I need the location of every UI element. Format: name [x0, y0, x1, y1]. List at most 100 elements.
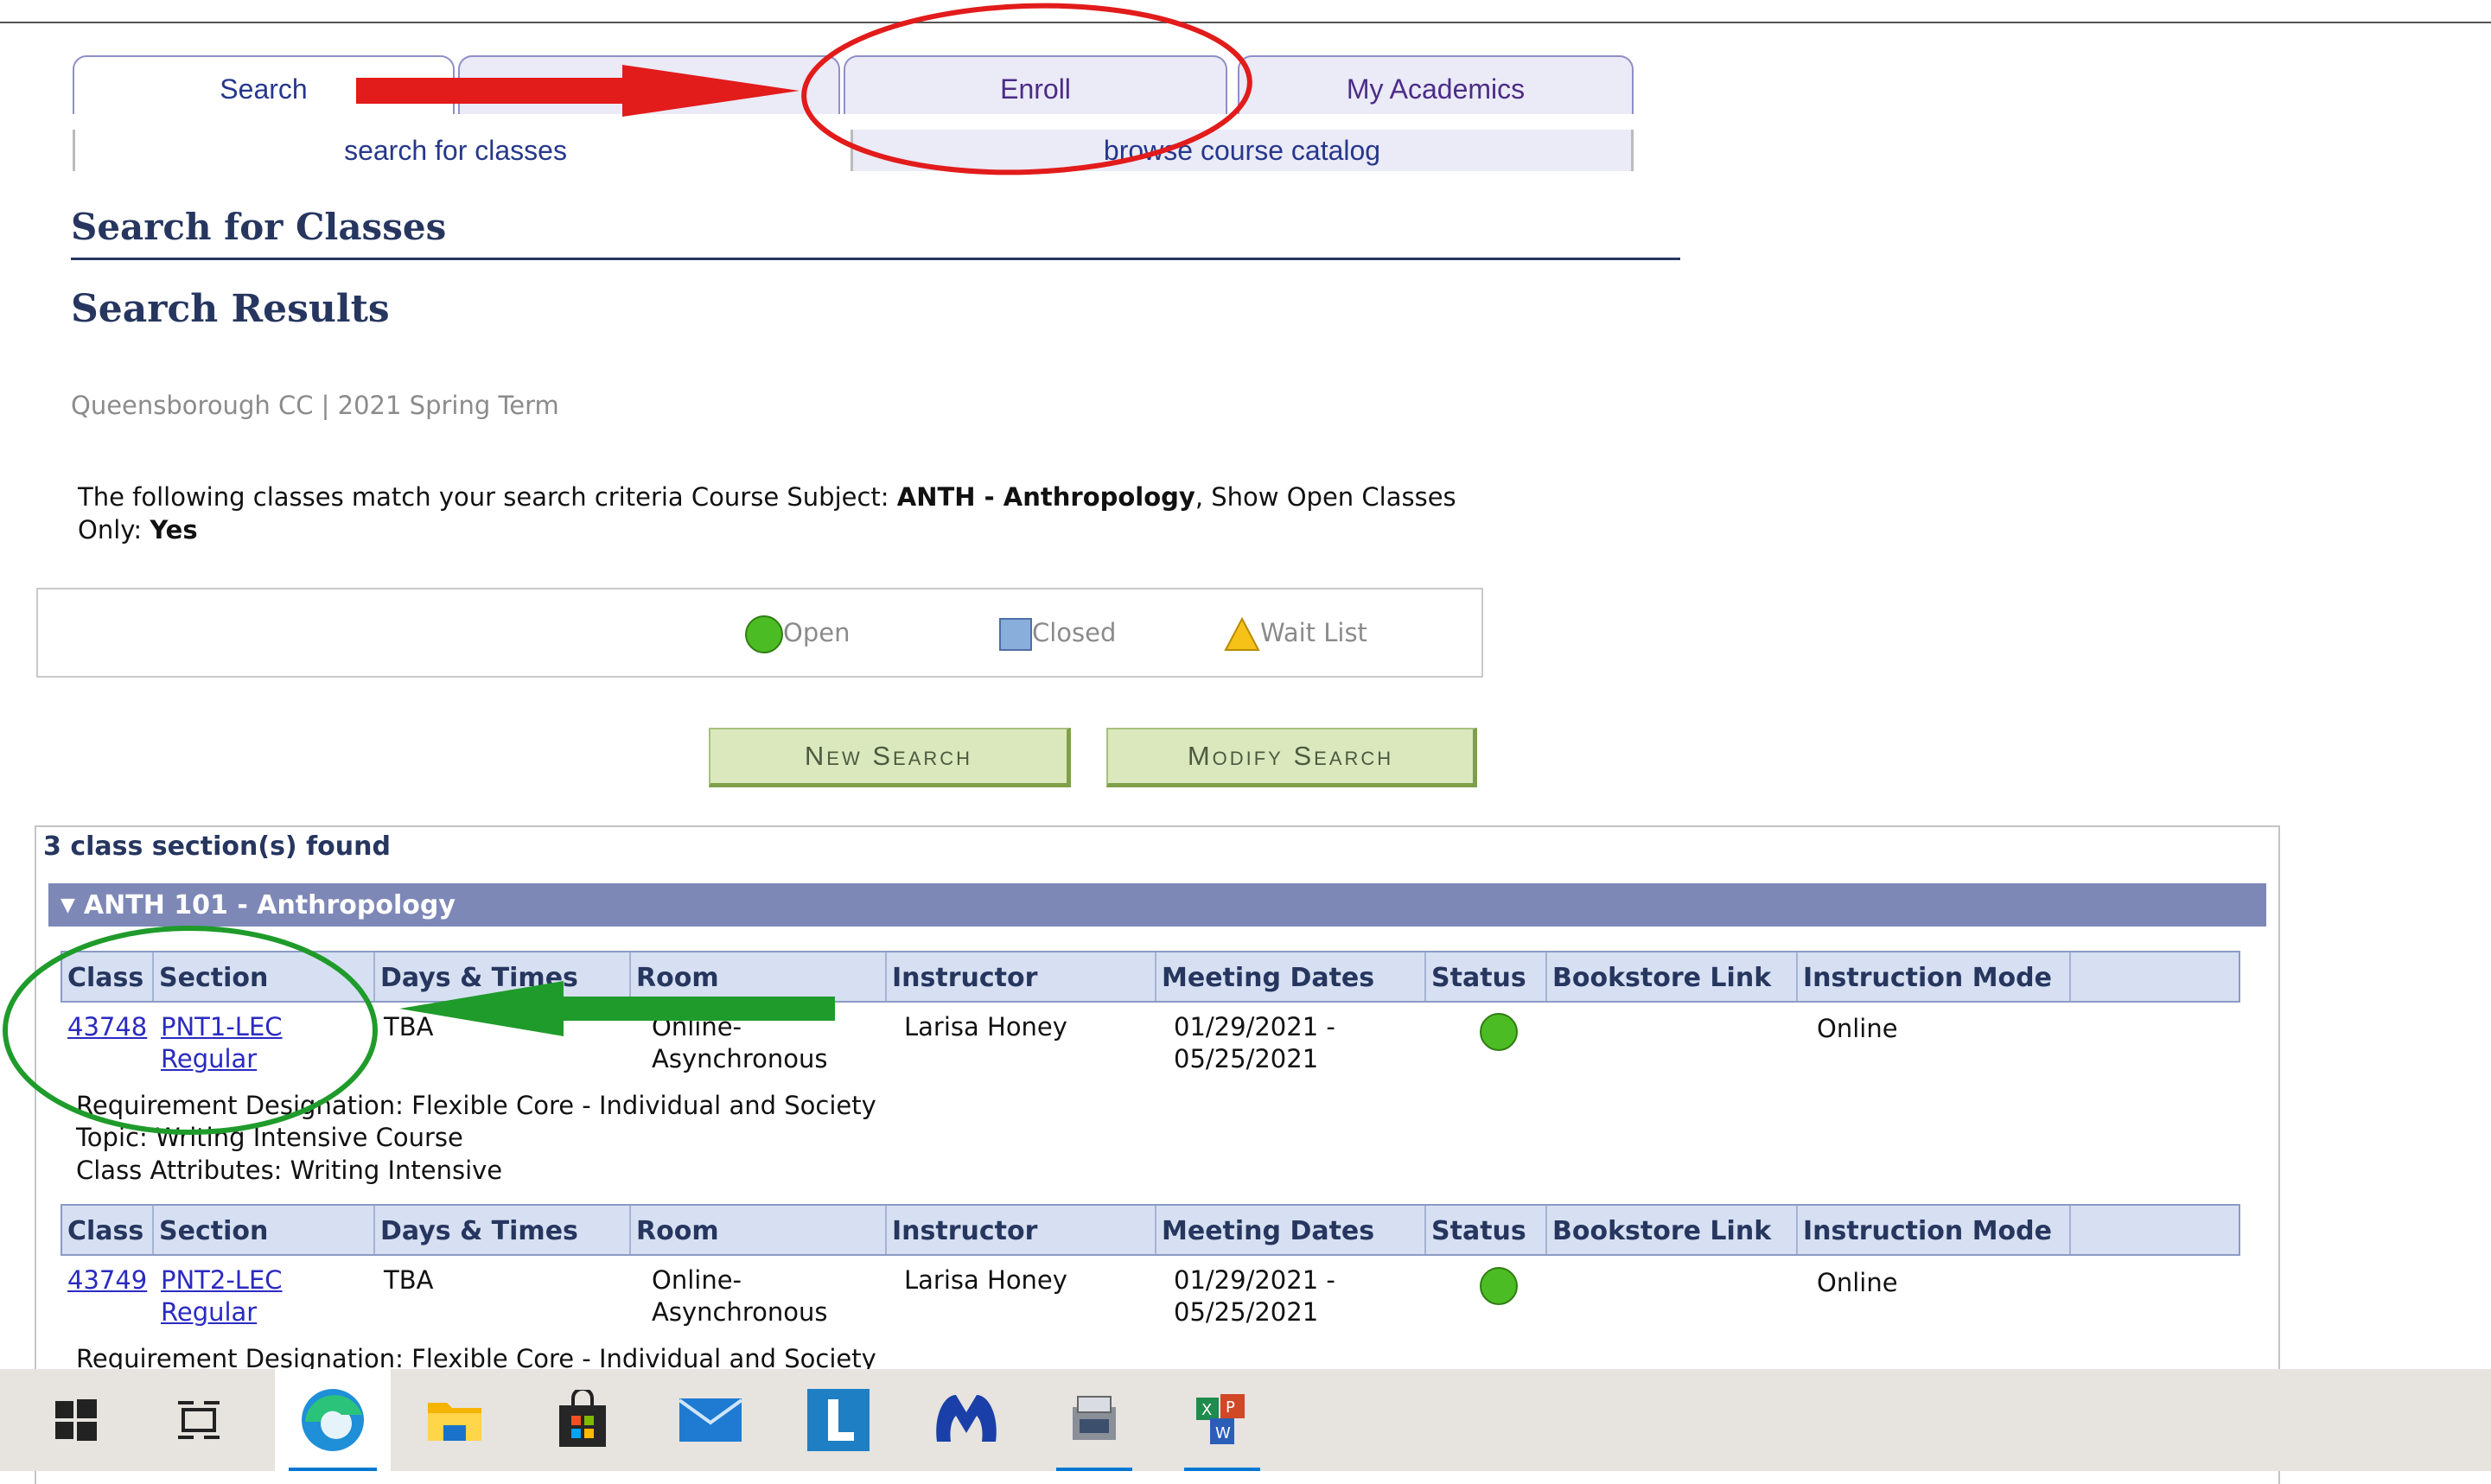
- task-view-button[interactable]: [147, 1369, 251, 1471]
- task-view-icon: [178, 1401, 220, 1439]
- col-room: Room: [629, 952, 885, 1001]
- instructor-value: Larisa Honey: [904, 1265, 1067, 1295]
- scanner-app-button[interactable]: [1042, 1369, 1146, 1471]
- tab-enroll-label: Enroll: [1000, 73, 1071, 105]
- edge-taskbar-button[interactable]: [275, 1369, 391, 1471]
- criteria-subject: ANTH - Anthropology: [896, 482, 1195, 512]
- room-line1: Online-: [652, 1265, 742, 1295]
- room-line2: Asynchronous: [652, 1044, 828, 1073]
- tab-blank: [458, 55, 840, 114]
- section-title: Search Results: [71, 287, 390, 331]
- scanner-icon: [1073, 1396, 1116, 1440]
- section-code[interactable]: PNT1-LEC: [161, 1012, 283, 1041]
- col-days-times: Days & Times: [373, 952, 629, 1001]
- office-app-button[interactable]: X P W: [1170, 1369, 1274, 1471]
- col-meeting-dates: Meeting Dates: [1155, 1206, 1424, 1254]
- store-button[interactable]: [531, 1369, 634, 1471]
- results-count: 3 class section(s) found: [43, 831, 391, 862]
- room-value: Online- Asynchronous: [652, 1264, 827, 1328]
- col-section: Section: [152, 1206, 373, 1254]
- running-indicator: [1056, 1468, 1132, 1471]
- mail-button[interactable]: [659, 1369, 762, 1471]
- search-criteria-text: The following classes match your search …: [78, 481, 1461, 546]
- col-bookstore-link: Bookstore Link: [1545, 1206, 1796, 1254]
- instruction-mode-value: Online: [1817, 1268, 1898, 1297]
- col-instruction-mode: Instruction Mode: [1796, 952, 2069, 1001]
- col-meeting-dates: Meeting Dates: [1155, 952, 1424, 1001]
- top-border-line: [0, 22, 2491, 23]
- active-indicator: [289, 1468, 377, 1471]
- col-days-times: Days & Times: [373, 1206, 629, 1254]
- room-line2: Asynchronous: [652, 1297, 828, 1327]
- svg-text:X: X: [1201, 1401, 1212, 1419]
- col-instructor: Instructor: [885, 952, 1155, 1001]
- col-section: Section: [152, 952, 373, 1001]
- days-times-value: TBA: [384, 1265, 434, 1295]
- subtab-search-for-classes[interactable]: search for classes: [73, 130, 836, 171]
- topic-text: Topic: Writing Intensive Course: [76, 1123, 463, 1152]
- class-number[interactable]: 43749: [67, 1265, 147, 1295]
- folder-icon: [428, 1403, 481, 1441]
- subtab-browse-catalog[interactable]: browse course catalog: [851, 130, 1634, 171]
- office-apps-icon: X P W: [1196, 1394, 1245, 1444]
- section-code[interactable]: PNT2-LEC: [161, 1265, 283, 1295]
- legend-open-label: Open: [783, 618, 851, 647]
- meeting-dates-value: 01/29/2021 -05/25/2021: [1174, 1264, 1335, 1328]
- class-number-link[interactable]: 43748: [67, 1011, 147, 1043]
- open-status-icon: [1480, 1267, 1518, 1305]
- malwarebytes-button[interactable]: [914, 1369, 1018, 1471]
- open-status-icon: [1480, 1013, 1518, 1051]
- col-instruction-mode: Instruction Mode: [1796, 1206, 2069, 1254]
- class-number[interactable]: 43748: [67, 1012, 147, 1041]
- session-link[interactable]: Regular: [161, 1297, 257, 1327]
- room-value: Online- Asynchronous: [652, 1011, 827, 1075]
- l-app-button[interactable]: [787, 1369, 890, 1471]
- col-empty: [2069, 952, 2239, 1001]
- session-link[interactable]: Regular: [161, 1044, 257, 1073]
- windows-start-icon: [55, 1399, 97, 1441]
- tab-enroll[interactable]: Enroll: [844, 55, 1227, 114]
- col-class: Class: [67, 963, 144, 993]
- class-number-link[interactable]: 43749: [67, 1264, 147, 1296]
- course-group-header[interactable]: ▼ ANTH 101 - Anthropology: [48, 883, 2266, 927]
- table-header: Class Section Days & Times Room Instruct…: [61, 951, 2240, 1003]
- criteria-prefix: The following classes match your search …: [78, 482, 897, 512]
- subtab-browse-label: browse course catalog: [1103, 135, 1381, 166]
- term-label: Queensborough CC | 2021 Spring Term: [71, 391, 559, 420]
- dates-line2: 05/25/2021: [1174, 1044, 1319, 1073]
- col-room: Room: [629, 1206, 885, 1254]
- modify-search-button[interactable]: Modify Search: [1106, 728, 1477, 787]
- malwarebytes-icon: [936, 1395, 997, 1442]
- section-link[interactable]: PNT2-LEC Regular: [161, 1264, 283, 1328]
- page-title: Search for Classes: [71, 206, 447, 248]
- start-button[interactable]: [24, 1369, 128, 1471]
- dates-line2: 05/25/2021: [1174, 1297, 1319, 1327]
- legend-waitlist: Wait List: [1224, 614, 1367, 652]
- title-underline: [71, 258, 1680, 260]
- col-class: Class: [67, 1216, 144, 1246]
- running-indicator: [1184, 1468, 1260, 1471]
- days-times-value: TBA: [384, 1012, 434, 1041]
- new-search-button[interactable]: New Search: [709, 728, 1071, 787]
- col-bookstore-link: Bookstore Link: [1545, 952, 1796, 1001]
- collapse-triangle-icon[interactable]: ▼: [61, 883, 75, 928]
- instruction-mode-value: Online: [1817, 1014, 1898, 1043]
- svg-text:P: P: [1226, 1398, 1235, 1417]
- legend-closed-label: Closed: [1032, 618, 1117, 647]
- tab-my-academics[interactable]: My Academics: [1238, 55, 1634, 114]
- store-bag-icon: [559, 1390, 606, 1447]
- col-status: Status: [1424, 1206, 1545, 1254]
- tab-search[interactable]: Search: [73, 55, 455, 118]
- instructor-value: Larisa Honey: [904, 1012, 1067, 1041]
- legend-waitlist-label: Wait List: [1260, 618, 1367, 647]
- meeting-dates-value: 01/29/2021 -05/25/2021: [1174, 1011, 1335, 1075]
- file-explorer-button[interactable]: [403, 1369, 506, 1471]
- section-link[interactable]: PNT1-LEC Regular: [161, 1011, 283, 1075]
- col-status: Status: [1424, 952, 1545, 1001]
- subtab-search-label: search for classes: [344, 135, 567, 166]
- legend-open: Open: [745, 614, 850, 653]
- closed-status-icon: [999, 618, 1032, 651]
- dates-line1: 01/29/2021 -: [1174, 1265, 1335, 1295]
- legend-closed: Closed: [999, 614, 1116, 652]
- windows-taskbar: X P W: [0, 1369, 2491, 1471]
